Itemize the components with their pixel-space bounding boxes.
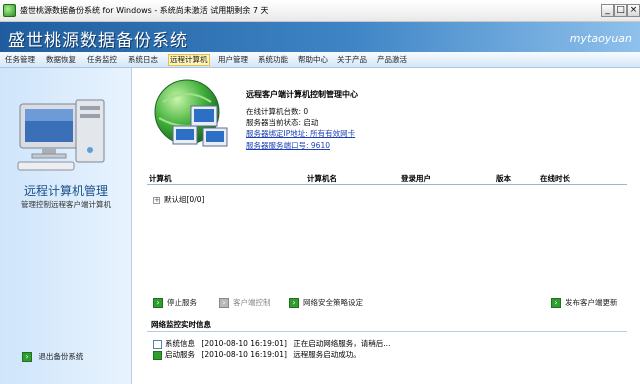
brand-logo: mytaoyuan xyxy=(569,32,632,45)
column-login-user[interactable]: 登录用户 xyxy=(401,173,431,184)
main-panel: 远程客户端计算机控制管理中心 在线计算机台数: 0 服务器当前状态: 启动 服务… xyxy=(133,68,640,384)
publish-update-label: 发布客户端更新 xyxy=(565,298,618,307)
computer-table-header: 计算机 计算机名 登录用户 版本 在线时长 xyxy=(147,173,627,185)
log-panel[interactable]: 系统信息 [2010-08-10 16:19:01] 正在启动网络服务，请稍后.… xyxy=(147,331,627,381)
info-document-icon xyxy=(153,339,162,349)
log-time: [2010-08-10 16:19:01] xyxy=(201,350,287,359)
group-label: 默认组[0/0] xyxy=(164,195,205,204)
server-state: 服务器当前状态: 启动 xyxy=(246,118,319,127)
server-port-link[interactable]: 服务器服务端口号: 9610 xyxy=(246,140,330,151)
publish-update-button[interactable]: › 发布客户端更新 xyxy=(551,297,618,308)
log-type: 启动服务 xyxy=(165,350,195,359)
computer-group-row[interactable]: + 默认组[0/0] xyxy=(153,194,204,205)
menu-item-remote-computer[interactable]: 远程计算机 xyxy=(168,54,210,66)
sidebar-subtitle: 管理控制远程客户端计算机 xyxy=(21,200,111,209)
window-titlebar: 盛世桃源数据备份系统 for Windows - 系统尚未激活 试用期剩余 7 … xyxy=(0,0,640,22)
menu-item-data-restore[interactable]: 数据恢复 xyxy=(45,54,77,66)
exit-arrow-icon: › xyxy=(22,352,32,362)
menu-item-task-monitor[interactable]: 任务监控 xyxy=(86,54,118,66)
menu-bar: 任务管理 数据恢复 任务监控 系统日志 远程计算机 用户管理 系统功能 帮助中心… xyxy=(0,52,640,68)
app-title: 盛世桃源数据备份系统 xyxy=(8,31,188,51)
stop-service-label: 停止服务 xyxy=(167,298,197,307)
close-button[interactable]: × xyxy=(627,4,640,17)
log-time: [2010-08-10 16:19:01] xyxy=(201,339,287,348)
app-icon xyxy=(3,4,16,17)
log-entry: 启动服务 [2010-08-10 16:19:01] 远程服务启动成功。 xyxy=(153,349,361,360)
app-banner: 盛世桃源数据备份系统 mytaoyuan xyxy=(0,22,640,52)
maximize-button[interactable]: □ xyxy=(614,4,627,17)
menu-item-user-management[interactable]: 用户管理 xyxy=(217,54,249,66)
menu-item-task-management[interactable]: 任务管理 xyxy=(4,54,36,66)
menu-item-system-log[interactable]: 系统日志 xyxy=(127,54,159,66)
control-center-title: 远程客户端计算机控制管理中心 xyxy=(246,90,358,99)
log-title: 网络监控实时信息 xyxy=(151,320,211,329)
log-entry: 系统信息 [2010-08-10 16:19:01] 正在启动网络服务，请稍后.… xyxy=(153,338,390,349)
sidebar: 远程计算机管理 管理控制远程客户端计算机 › 退出备份系统 xyxy=(0,68,132,384)
expand-icon[interactable]: + xyxy=(153,196,160,204)
menu-item-product-activation[interactable]: 产品激活 xyxy=(376,54,408,66)
start-service-icon xyxy=(153,350,162,360)
stop-service-button[interactable]: › 停止服务 xyxy=(153,297,197,308)
column-version[interactable]: 版本 xyxy=(496,173,511,184)
exit-system-button[interactable]: › 退出备份系统 xyxy=(22,351,83,363)
window-title: 盛世桃源数据备份系统 for Windows - 系统尚未激活 试用期剩余 7 … xyxy=(20,6,269,15)
computer-illustration-icon xyxy=(17,99,105,171)
client-control-label: 客户端控制 xyxy=(233,298,271,307)
menu-item-system-functions[interactable]: 系统功能 xyxy=(257,54,289,66)
column-online-duration[interactable]: 在线时长 xyxy=(540,173,570,184)
arrow-right-icon: › xyxy=(289,298,299,308)
online-count: 在线计算机台数: 0 xyxy=(246,107,309,116)
arrow-right-icon: › xyxy=(551,298,561,308)
log-message: 正在启动网络服务，请稍后... xyxy=(293,339,391,348)
log-type: 系统信息 xyxy=(165,339,195,348)
minimize-button[interactable]: _ xyxy=(601,4,614,17)
client-control-button[interactable]: › 客户端控制 xyxy=(219,297,271,308)
column-computer[interactable]: 计算机 xyxy=(149,173,172,184)
menu-item-about-product[interactable]: 关于产品 xyxy=(336,54,368,66)
arrow-right-icon: › xyxy=(219,298,229,308)
menu-item-help-center[interactable]: 帮助中心 xyxy=(297,54,329,66)
action-bar: › 停止服务 › 客户端控制 › 网络安全策略设定 › 发布客户端更新 xyxy=(147,296,627,310)
security-policy-button[interactable]: › 网络安全策略设定 xyxy=(289,297,363,308)
security-policy-label: 网络安全策略设定 xyxy=(303,298,363,307)
sidebar-title: 远程计算机管理 xyxy=(23,184,108,198)
arrow-right-icon: › xyxy=(153,298,163,308)
exit-system-label: 退出备份系统 xyxy=(38,352,84,361)
network-globe-icon xyxy=(154,79,228,147)
bind-address-link[interactable]: 服务器绑定IP地址: 所有有效网卡 xyxy=(246,128,355,139)
log-message: 远程服务启动成功。 xyxy=(293,350,361,359)
column-computer-name[interactable]: 计算机名 xyxy=(307,173,337,184)
